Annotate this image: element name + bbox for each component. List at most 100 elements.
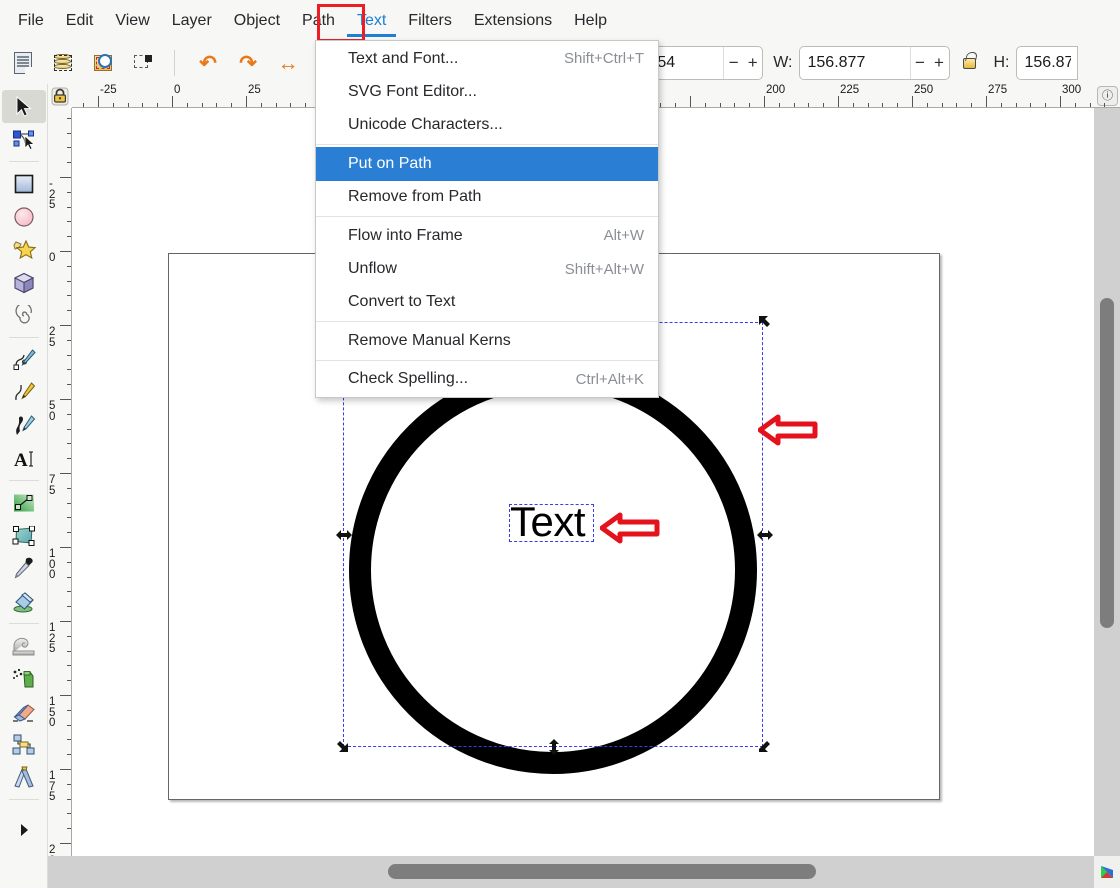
menu-object[interactable]: Object	[224, 6, 290, 36]
menu-layer[interactable]: Layer	[162, 6, 222, 36]
text-menu-dropdown[interactable]: Text and Font...Shift+Ctrl+TSVG Font Edi…	[315, 40, 659, 398]
w-increment-button[interactable]: +	[930, 47, 949, 79]
ruler-tick	[897, 103, 898, 107]
ruler-tick	[276, 103, 277, 107]
ruler-tick	[67, 207, 71, 208]
ruler-tick	[1104, 103, 1105, 107]
paint-bucket-tool[interactable]	[2, 585, 46, 618]
connector-tool[interactable]	[2, 728, 46, 761]
spiral-tool[interactable]	[2, 299, 46, 332]
node-editor-tool[interactable]	[2, 123, 46, 156]
vertical-scrollbar[interactable]	[1094, 108, 1120, 856]
ruler-tick	[971, 103, 972, 107]
menu-item-unicode-characters[interactable]: Unicode Characters...	[316, 109, 658, 142]
menu-item-convert-to-text[interactable]: Convert to Text	[316, 286, 658, 319]
ruler-label: 200	[49, 845, 59, 856]
rotate-cw-icon[interactable]: ↷	[231, 46, 265, 80]
h-input[interactable]	[1017, 47, 1077, 79]
selection-handle-bottom-right[interactable]	[755, 738, 773, 756]
menu-separator	[316, 360, 658, 361]
menu-item-text-and-font[interactable]: Text and Font...Shift+Ctrl+T	[316, 42, 658, 75]
selection-handle-bottom-left[interactable]	[334, 738, 352, 756]
ruler-tick	[67, 458, 71, 459]
menu-path[interactable]: Path	[292, 6, 345, 36]
menu-file[interactable]: File	[8, 6, 54, 36]
ruler-tick	[305, 103, 306, 107]
menu-item-label: Check Spelling...	[348, 370, 468, 388]
menu-item-unflow[interactable]: UnflowShift+Alt+W	[316, 252, 658, 285]
zoom-selection-icon[interactable]	[126, 46, 160, 80]
ruler-tick	[60, 695, 71, 696]
w-decrement-button[interactable]: −	[911, 47, 930, 79]
layers-icon[interactable]	[46, 46, 80, 80]
red-arrow-circle	[758, 413, 818, 447]
menu-extensions[interactable]: Extensions	[464, 6, 562, 36]
ruler-tick	[231, 103, 232, 107]
y-increment-button[interactable]: +	[743, 47, 762, 79]
dropper-tool[interactable]	[2, 552, 46, 585]
menu-item-check-spelling[interactable]: Check Spelling...Ctrl+Alt+K	[316, 363, 658, 396]
flip-horizontal-icon[interactable]: ↔	[271, 46, 305, 80]
ruler-label: 50	[49, 401, 59, 422]
menu-item-remove-from-path[interactable]: Remove from Path	[316, 181, 658, 214]
selection-handle-mid-right[interactable]	[756, 528, 774, 542]
horizontal-scrollbar[interactable]	[48, 856, 1094, 888]
menu-item-svg-font-editor[interactable]: SVG Font Editor...	[316, 75, 658, 108]
ruler-lock-icon[interactable]	[48, 84, 72, 108]
document-properties-icon[interactable]	[6, 46, 40, 80]
ruler-tick	[1001, 103, 1002, 107]
pencil-tool[interactable]	[2, 343, 46, 376]
menu-view[interactable]: View	[105, 6, 159, 36]
text-tool[interactable]: A	[2, 442, 46, 475]
menu-help[interactable]: Help	[564, 6, 617, 36]
rotate-ccw-icon[interactable]: ↶	[191, 46, 225, 80]
menu-filters[interactable]: Filters	[398, 6, 462, 36]
h-spinbox[interactable]	[1016, 46, 1078, 80]
more-tools-arrow[interactable]	[2, 813, 46, 846]
selection-handle-top-right[interactable]	[755, 313, 773, 331]
selection-handle-bottom-mid[interactable]	[547, 738, 561, 756]
calligraphy-tool[interactable]	[2, 409, 46, 442]
ruler-tick	[60, 251, 71, 252]
ruler-label: -25	[49, 179, 59, 211]
menu-item-flow-into-frame[interactable]: Flow into FrameAlt+W	[316, 219, 658, 252]
w-spinbox[interactable]: − +	[799, 46, 950, 80]
menu-item-remove-manual-kerns[interactable]: Remove Manual Kerns	[316, 324, 658, 357]
ruler-tick	[67, 665, 71, 666]
bezier-pen-tool[interactable]	[2, 376, 46, 409]
zoom-drawing-icon[interactable]	[86, 46, 120, 80]
horizontal-scrollbar-thumb[interactable]	[388, 864, 816, 879]
y-decrement-button[interactable]: −	[724, 47, 743, 79]
ruler-unit-button[interactable]: ⓘ	[1097, 86, 1118, 106]
lock-ratio-icon[interactable]	[957, 48, 983, 78]
text-object[interactable]: Text	[510, 500, 585, 544]
ruler-tick	[882, 103, 883, 107]
eraser-tool[interactable]	[2, 695, 46, 728]
measure-tool[interactable]	[2, 761, 46, 794]
spray-tool[interactable]	[2, 662, 46, 695]
tweak-tool[interactable]	[2, 629, 46, 662]
ruler-tick	[67, 680, 71, 681]
h-field-group: H:	[990, 46, 1078, 80]
vertical-ruler[interactable]: -250255075100125150175200	[48, 108, 72, 856]
star-tool[interactable]	[2, 233, 46, 266]
w-input[interactable]	[800, 47, 910, 79]
vertical-scrollbar-thumb[interactable]	[1100, 298, 1114, 628]
rectangle-tool[interactable]	[2, 167, 46, 200]
ruler-label: 0	[49, 253, 59, 264]
color-wheel-icon[interactable]	[1094, 856, 1120, 888]
ruler-tick	[67, 636, 71, 637]
selection-handle-mid-left[interactable]	[335, 528, 353, 542]
menu-item-put-on-path[interactable]: Put on Path	[316, 147, 658, 180]
ruler-tick	[660, 103, 661, 107]
ruler-tick	[60, 399, 71, 400]
3dbox-tool[interactable]	[2, 266, 46, 299]
ruler-tick	[67, 725, 71, 726]
mesh-gradient-tool[interactable]	[2, 519, 46, 552]
menu-text[interactable]: Text	[347, 6, 396, 37]
gradient-tool[interactable]	[2, 486, 46, 519]
ellipse-tool[interactable]	[2, 200, 46, 233]
ruler-tick	[67, 266, 71, 267]
menu-edit[interactable]: Edit	[56, 6, 104, 36]
selector-tool[interactable]	[2, 90, 46, 123]
